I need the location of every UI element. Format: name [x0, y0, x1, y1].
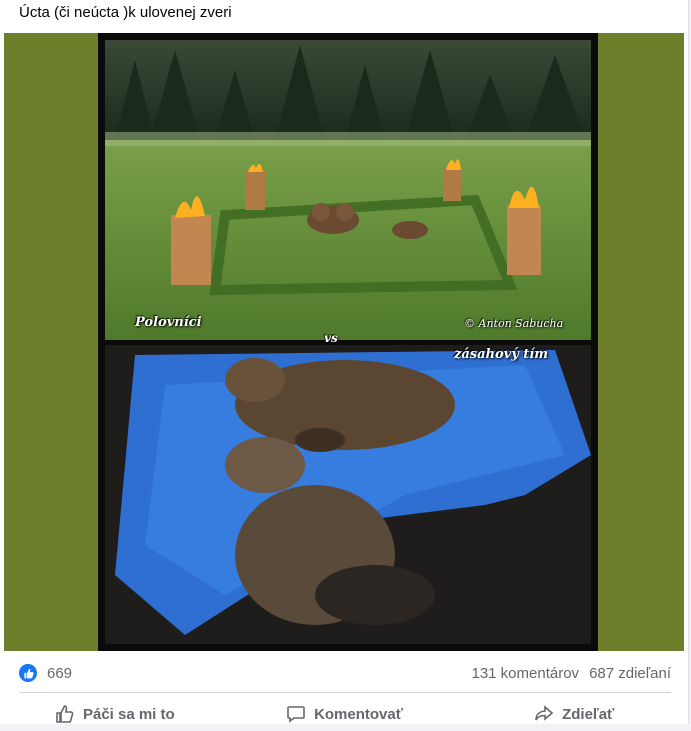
action-bar: Páči sa mi to Komentovať Zdieľať — [0, 697, 689, 731]
comment-icon — [286, 704, 306, 724]
like-icon — [55, 704, 75, 724]
divider — [19, 692, 671, 693]
comment-label: Komentovať — [314, 705, 403, 723]
like-button[interactable]: Páči sa mi to — [0, 697, 230, 731]
image-frame: Polovníci vs © Anton Sabucha zásahový tí… — [98, 33, 598, 651]
post-card: Úcta (či neúcta )k ulovenej zveri Polovn… — [0, 0, 689, 724]
share-label: Zdieľať — [562, 705, 615, 723]
post-stats: 669 131 komentárov 687 zdieľaní — [19, 660, 671, 686]
comment-button[interactable]: Komentovať — [230, 697, 460, 731]
share-button[interactable]: Zdieľať — [459, 697, 689, 731]
share-icon — [534, 704, 554, 724]
intervention-team-photo — [105, 345, 591, 644]
reaction-count[interactable]: 669 — [47, 665, 72, 682]
thumbs-up-badge-icon — [19, 664, 37, 682]
share-count[interactable]: 687 zdieľaní — [589, 665, 671, 682]
comment-count[interactable]: 131 komentárov — [471, 665, 579, 682]
hunters-photo — [105, 40, 591, 340]
post-text: Úcta (či neúcta )k ulovenej zveri — [19, 4, 232, 21]
label-intervention-team: zásahový tím — [454, 347, 549, 362]
label-hunters: Polovníci — [135, 315, 202, 330]
photo-credit: © Anton Sabucha — [464, 317, 564, 330]
like-label: Páči sa mi to — [82, 705, 175, 723]
label-vs: vs — [324, 331, 338, 345]
post-image[interactable]: Polovníci vs © Anton Sabucha zásahový tí… — [4, 33, 684, 651]
